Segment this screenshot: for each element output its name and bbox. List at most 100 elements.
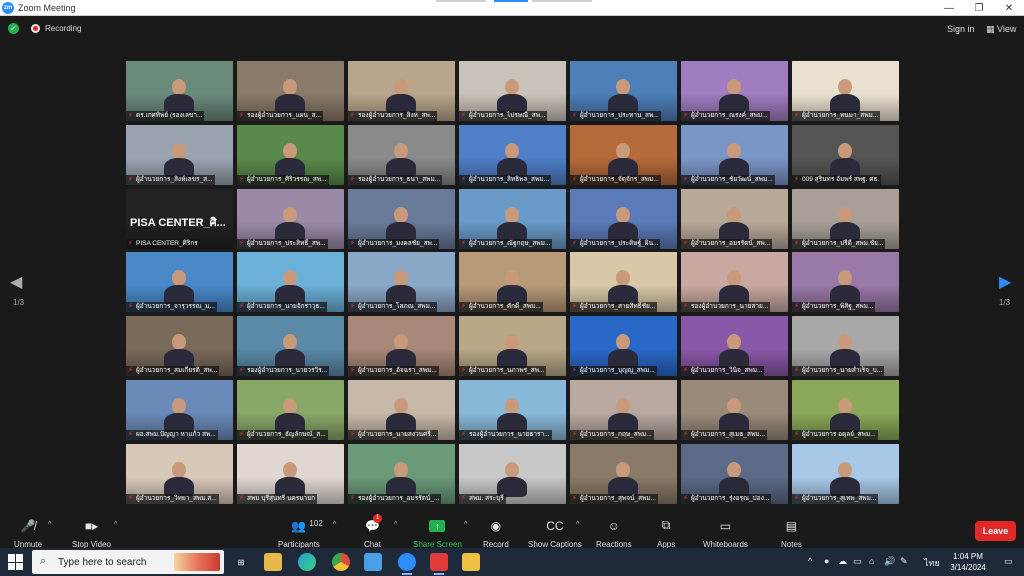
participant-video-tile[interactable]: ผู้อำนวยการ_ประทาน_สพ... ⚡ bbox=[570, 61, 677, 121]
share-options-caret-icon[interactable]: ^ bbox=[464, 521, 467, 528]
participant-video-tile[interactable]: ผู้อำนวยการ_กฤษ_สพม... ⚡ bbox=[570, 380, 677, 440]
audio-options-caret-icon[interactable]: ^ bbox=[48, 521, 51, 528]
participant-video-tile[interactable]: สพม บุรีสุนทรี นครนายก ⚡ bbox=[237, 443, 344, 504]
participant-video-tile[interactable]: ผู้อำนวยการ_นายสำเร็จ_บ... ⚡ bbox=[792, 316, 899, 377]
participant-video-tile[interactable]: รองผู้อำนวยการ_นายธารา... ⚡ bbox=[459, 380, 566, 440]
show-hidden-icons-chevron-icon[interactable]: ^ bbox=[808, 556, 812, 566]
battery-icon[interactable]: ▭ bbox=[853, 556, 862, 567]
unmute-button[interactable]: 🎤̸ Unmute bbox=[14, 518, 42, 550]
participant-video-tile[interactable]: ผู้อำนวยการ อดุลย์_สพม... ⚡ bbox=[792, 380, 899, 440]
reactions-emoji-icon: ☺ bbox=[607, 518, 620, 533]
participant-video-tile[interactable]: PISA CENTER_ศิ... PISA CENTER_ศิริกร ⚡ bbox=[126, 188, 233, 249]
participant-video-tile[interactable]: 009 สุรินทร อัมพร์ สพฐ. ศธ. ⚡ bbox=[792, 124, 899, 185]
edge-browser-icon[interactable] bbox=[298, 553, 316, 571]
participant-video-tile[interactable]: ผู้อำนวยการ_สิทธิพล_สพม... ⚡ bbox=[459, 124, 566, 185]
participant-video-tile[interactable]: ผู้อำนวยการ_ไปรษณี_สพ... ⚡ bbox=[459, 61, 566, 121]
participant-video-tile[interactable]: รองผู้อำนวยการ_อมรรัตน์_... ⚡ bbox=[348, 443, 455, 504]
participant-video-tile[interactable]: ผู้อำนวยการ_สุพจน์_สพม... ⚡ bbox=[570, 443, 677, 504]
participant-video-tile[interactable]: รองผู้อำนวยการ_แผน_ส... ⚡ bbox=[237, 61, 344, 121]
chat-options-caret-icon[interactable]: ^ bbox=[394, 521, 397, 528]
participant-video-tile[interactable]: รองผู้อำนวยการ_ธนา_สพม... ⚡ bbox=[348, 124, 455, 185]
chat-button[interactable]: 💬 1 Chat bbox=[364, 514, 383, 549]
participant-video-tile[interactable]: ผอ.สพม.ปัญญา หาแก้ว สพ... ⚡ bbox=[126, 380, 233, 440]
participant-video-tile[interactable]: ผู้อำนวยการ_จัตุจักร_สพม... ⚡ bbox=[570, 124, 677, 185]
participant-video-tile[interactable]: ผู้อำนวยการ_ณรงค์_สพม... ⚡ bbox=[681, 61, 788, 121]
participant-video-tile[interactable]: ผู้อำนวยการ_รุ่งอรุณ_บ่อง... ⚡ bbox=[681, 443, 788, 504]
participant-video-tile[interactable]: ผู้อำนวยการ_ณัฐกฤษ_สพม... ⚡ bbox=[459, 188, 566, 249]
stop-video-button[interactable]: ■▸ Stop Video bbox=[72, 518, 111, 550]
tray-app-icon[interactable]: ● bbox=[824, 556, 829, 566]
participant-video-tile[interactable]: ผู้อำนวยการ_โสภณ_สพม... ⚡ bbox=[348, 252, 455, 313]
video-options-caret-icon[interactable]: ^ bbox=[114, 521, 117, 528]
participant-video-tile[interactable]: ผู้อำนวยการ_พิสิฐ_สพม... ⚡ bbox=[792, 252, 899, 313]
participant-video-tile[interactable]: ผู้อำนวยการ_วินิจ_สพม... ⚡ bbox=[681, 316, 788, 377]
reactions-button[interactable]: ☺ Reactions bbox=[596, 518, 632, 550]
apps-button[interactable]: ⧉ Apps bbox=[657, 518, 675, 549]
muted-mic-icon: ⚡ bbox=[683, 239, 688, 247]
volume-icon[interactable]: 🔊 bbox=[884, 556, 895, 567]
participant-video-tile[interactable]: ผู้อำนวยการ_นายจักราวุธ... ⚡ bbox=[237, 252, 344, 313]
participant-video-tile[interactable]: รองผู้อำนวยการ_นายวรวิร... ⚡ bbox=[237, 316, 344, 377]
sign-in-link[interactable]: Sign in bbox=[947, 24, 975, 34]
view-button[interactable]: ▦ View bbox=[986, 24, 1016, 35]
participant-video-tile[interactable]: ผู้อำนวยการ_นภาพร_สพ... ⚡ bbox=[459, 316, 566, 377]
close-button[interactable]: ✕ bbox=[994, 0, 1024, 16]
show-captions-button[interactable]: CC Show Captions bbox=[528, 518, 582, 550]
captions-options-caret-icon[interactable]: ^ bbox=[576, 521, 579, 528]
participants-button[interactable]: 👥 102 Participants bbox=[278, 518, 323, 550]
participant-video-tile[interactable]: ผู้อำนวยการ_นายสงวนศรี... ⚡ bbox=[348, 380, 455, 440]
minimize-button[interactable]: — bbox=[934, 0, 964, 16]
task-view-icon[interactable]: ⊞ bbox=[232, 553, 250, 571]
file-explorer-icon[interactable] bbox=[264, 553, 282, 571]
input-language[interactable]: ไทย bbox=[924, 556, 940, 570]
participant-video-tile[interactable]: ผู้อำนวยการ_สุเทพ_สพม... ⚡ bbox=[792, 443, 899, 504]
notes-button[interactable]: ▤ Notes bbox=[781, 518, 802, 550]
participant-video-tile[interactable]: ผู้อำนวยการ_สิงห์เลขร_ส... ⚡ bbox=[126, 124, 233, 185]
participant-video-tile[interactable]: รองผู้อำนวยการ_นายสาย... ⚡ bbox=[681, 252, 788, 313]
participant-name-label: ผู้อำนวยการ_สายสิทธิ์ชัย... bbox=[570, 302, 658, 313]
participant-video-tile[interactable]: ผู้อำนวยการ_ปรีดี_สพม.ชัย... ⚡ bbox=[792, 188, 899, 249]
folder-taskbar-icon[interactable] bbox=[462, 553, 480, 571]
pen-icon[interactable]: ✎ bbox=[900, 556, 908, 567]
participant-video-tile[interactable]: ผู้อำนวยการ_ประดิษฐ์_ผิน... ⚡ bbox=[570, 188, 677, 249]
participant-video-tile[interactable]: ผู้อำนวยการ_จารุวรรณ_ม... ⚡ bbox=[126, 252, 233, 313]
taskbar-search-box[interactable]: ⌕ Type here to search bbox=[32, 550, 224, 574]
participant-video-tile[interactable]: ดร.เกศทิพย์ (รองเลขา... ⚡ bbox=[126, 61, 233, 121]
chrome-browser-icon[interactable] bbox=[332, 553, 350, 571]
record-button[interactable]: ◉ Record bbox=[483, 518, 509, 550]
app-taskbar-icon[interactable] bbox=[430, 553, 448, 575]
participant-video-tile[interactable]: ผู้อำนวยการ_มงคลชัย_สพ... ⚡ bbox=[348, 188, 455, 249]
participant-video-tile[interactable]: ผู้อำนวยการ_ประสิทธิ์_สพ... ⚡ bbox=[237, 188, 344, 249]
leave-button[interactable]: Leave bbox=[975, 521, 1016, 541]
participant-video-tile[interactable]: ผู้อำนวยการ_ทนมา_สพม... ⚡ bbox=[792, 61, 899, 121]
participant-video-tile[interactable]: สพม. สระบุรี ⚡ bbox=[459, 443, 566, 504]
participant-video-tile[interactable]: ผู้อำนวยการ_อมรรัตน์_สพ... ⚡ bbox=[681, 188, 788, 249]
participant-video-tile[interactable]: ผู้อำนวยการ_สุเมธ_สพม... ⚡ bbox=[681, 380, 788, 440]
next-page-arrow-icon[interactable]: ▶ bbox=[999, 272, 1011, 292]
maximize-button[interactable]: ❐ bbox=[964, 0, 994, 16]
zoom-taskbar-icon[interactable] bbox=[398, 553, 416, 575]
participant-video-tile[interactable]: ผู้อำนวยการ_ศิริวรรณ_สพ... ⚡ bbox=[237, 124, 344, 185]
participant-name-label: รองผู้อำนวยการ_สิงห_สพ... bbox=[348, 111, 438, 121]
participant-video-tile[interactable]: รองผู้อำนวยการ_สิงห_สพ... ⚡ bbox=[348, 61, 455, 121]
participant-video-tile[interactable]: ผู้อำนวยการ_บุญญ_สพม... ⚡ bbox=[570, 316, 677, 377]
share-screen-button[interactable]: ↑ Share Screen bbox=[413, 518, 462, 549]
tray-cloud-icon[interactable]: ☁ bbox=[838, 556, 847, 567]
participant-video-tile[interactable]: ผู้อำนวยการ_ชัยวัฒน์_สพม... ⚡ bbox=[681, 124, 788, 185]
taskbar-clock[interactable]: 1:04 PM 3/14/2024 bbox=[948, 551, 988, 573]
participant-silhouette bbox=[838, 206, 852, 223]
store-app-icon[interactable] bbox=[364, 553, 382, 571]
participant-video-tile[interactable]: ผู้อำนวยการ_สายสิทธิ์ชัย... ⚡ bbox=[570, 252, 677, 313]
windows-start-icon[interactable] bbox=[8, 554, 24, 570]
participant-video-tile[interactable]: ผู้อำนวยการ_อัจฉรา_สพม... ⚡ bbox=[348, 316, 455, 377]
participant-video-tile[interactable]: ผู้อำนวยการ_ศักดิ์_สพม... ⚡ bbox=[459, 252, 566, 313]
participants-options-caret-icon[interactable]: ^ bbox=[333, 521, 336, 528]
network-icon[interactable]: ⌂ bbox=[869, 556, 874, 566]
whiteboards-button[interactable]: ▭ Whiteboards bbox=[703, 518, 748, 550]
participant-video-tile[interactable]: ผู้อำนวยการ_วิทยา_สพม.ส... ⚡ bbox=[126, 443, 233, 504]
participant-video-tile[interactable]: ผู้อำนวยการ_สมเกียรติ_สพ... ⚡ bbox=[126, 316, 233, 377]
previous-page-arrow-icon[interactable]: ◀ bbox=[10, 272, 22, 292]
notifications-icon[interactable]: ▭ bbox=[1004, 556, 1013, 567]
security-shield-icon[interactable]: ✓ bbox=[8, 23, 19, 34]
participant-video-tile[interactable]: ผู้อำนวยการ_ธัญลักษณ์_ส... ⚡ bbox=[237, 380, 344, 440]
